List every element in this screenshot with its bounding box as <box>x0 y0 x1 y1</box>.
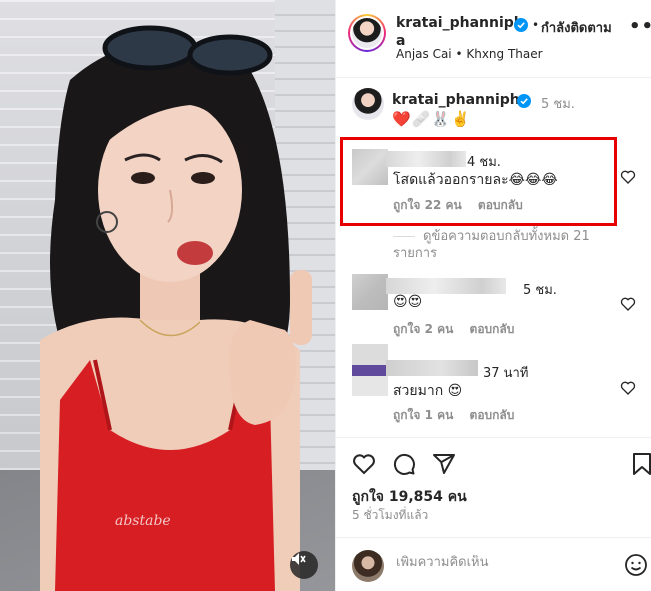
divider-line <box>393 236 415 237</box>
post-time[interactable]: 5 ชั่วโมงที่แล้ว <box>352 506 428 525</box>
comment-item: 5 ชม. 😍😍 ถูกใจ 2 คน ตอบกลับ <box>336 270 651 342</box>
comment-item: 4 ชม. โสดแล้วออกรายละ😂😂😂 ถูกใจ 22 คน ตอบ… <box>336 147 651 217</box>
comment-likes[interactable]: ถูกใจ 1 คน <box>393 408 453 422</box>
comment-likes[interactable]: ถูกใจ 2 คน <box>393 322 453 336</box>
heart-icon[interactable] <box>620 296 636 312</box>
separator-dot: • <box>532 18 540 32</box>
emoji-icon[interactable] <box>624 553 648 577</box>
avatar[interactable] <box>352 274 388 310</box>
audio-link[interactable]: Anjas Cai • Khxng Thaer <box>396 47 543 61</box>
comment-meta: ถูกใจ 1 คน ตอบกลับ <box>393 406 526 425</box>
reply-button[interactable]: ตอบกลับ <box>478 198 523 212</box>
following-button[interactable]: กำลังติดตาม <box>541 17 612 38</box>
comment-time[interactable]: 37 นาที <box>483 362 528 383</box>
verified-icon <box>517 94 531 108</box>
bookmark-icon[interactable] <box>632 452 651 476</box>
comment-text: 😍😍 <box>393 294 423 310</box>
avatar[interactable] <box>352 88 384 120</box>
comment-text: สวยมาก 😍 <box>393 383 463 399</box>
comment-icon[interactable] <box>392 452 416 476</box>
mute-button[interactable] <box>290 551 318 579</box>
caption: kratai_phannipha 5 ชม. ❤️🩹🐰✌️ <box>336 86 651 136</box>
story-ring[interactable] <box>348 14 386 52</box>
verified-icon <box>514 18 528 32</box>
post-header: kratai_phannipha • กำลังติดตาม ••• Anjas… <box>336 0 651 78</box>
comment-meta: ถูกใจ 22 คน ตอบกลับ <box>393 196 535 215</box>
comment-meta: ถูกใจ 2 คน ตอบกลับ <box>393 320 526 339</box>
caption-text: ❤️🩹🐰✌️ <box>392 110 471 128</box>
media-photo: abstabe <box>0 25 335 591</box>
comment-text: โสดแล้วออกรายละ😂😂😂 <box>393 172 558 188</box>
heart-icon[interactable] <box>620 169 636 185</box>
post-media[interactable]: abstabe <box>0 0 335 591</box>
header-username[interactable]: kratai_phannipha <box>396 14 526 50</box>
mute-icon <box>292 553 306 565</box>
likes-count[interactable]: ถูกใจ 19,854 คน <box>352 486 467 508</box>
comment-username[interactable] <box>386 360 478 376</box>
view-replies-link[interactable]: ดูข้อความตอบกลับทั้งหมด 21 รายการ <box>393 228 633 262</box>
more-options-icon[interactable]: ••• <box>629 16 651 37</box>
comment-item: 37 นาที สวยมาก 😍 ถูกใจ 1 คน ตอบกลับ <box>336 340 651 422</box>
caption-username[interactable]: kratai_phannipha <box>392 92 529 108</box>
comment-username[interactable] <box>386 151 466 167</box>
avatar[interactable] <box>352 149 388 185</box>
heart-icon[interactable] <box>620 380 636 396</box>
share-icon[interactable] <box>432 452 456 476</box>
svg-text:abstabe: abstabe <box>115 513 171 529</box>
add-comment-bar <box>336 537 651 591</box>
comment-input[interactable] <box>396 555 596 570</box>
comment-time[interactable]: 5 ชม. <box>523 279 557 300</box>
avatar <box>352 18 382 48</box>
post-side-panel: kratai_phannipha • กำลังติดตาม ••• Anjas… <box>335 0 651 591</box>
reply-button[interactable]: ตอบกลับ <box>470 408 515 422</box>
action-bar: ถูกใจ 19,854 คน 5 ชั่วโมงที่แล้ว <box>336 437 651 537</box>
caption-time[interactable]: 5 ชม. <box>541 93 575 114</box>
comment-username[interactable] <box>386 278 506 294</box>
avatar[interactable] <box>352 344 388 396</box>
reply-button[interactable]: ตอบกลับ <box>470 322 515 336</box>
heart-icon[interactable] <box>352 452 376 476</box>
avatar <box>352 550 384 582</box>
comment-likes[interactable]: ถูกใจ 22 คน <box>393 198 462 212</box>
